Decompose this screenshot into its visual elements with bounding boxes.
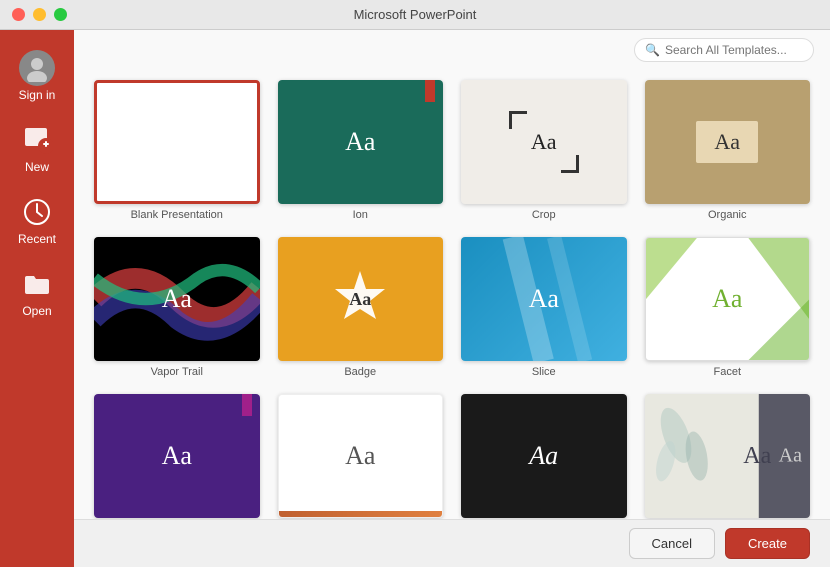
template-item-blank[interactable]: Blank Presentation bbox=[94, 80, 260, 221]
sidebar-item-sign-in[interactable]: Sign in bbox=[0, 40, 74, 112]
top-bar: 🔍 bbox=[74, 30, 830, 70]
template-item-badge[interactable]: Aa Badge bbox=[278, 237, 444, 378]
sidebar-item-recent[interactable]: Recent bbox=[0, 184, 74, 256]
search-input[interactable] bbox=[665, 43, 803, 57]
content-area: 🔍 Blank Presentation Aa Ion bbox=[74, 30, 830, 567]
template-name-organic: Organic bbox=[708, 209, 747, 221]
template-item-boardroom[interactable]: Aa Ion Boardroom bbox=[94, 394, 260, 519]
window-title: Microsoft PowerPoint bbox=[354, 7, 477, 22]
main-layout: Sign in New Recent bbox=[0, 30, 830, 567]
template-thumb-facet: Aa bbox=[645, 237, 811, 361]
template-thumb-vapor: Aa bbox=[94, 237, 260, 361]
template-thumb-badge: Aa bbox=[278, 237, 444, 361]
template-thumb-slice: Aa bbox=[461, 237, 627, 361]
maximize-button[interactable] bbox=[54, 8, 67, 21]
new-icon bbox=[19, 122, 55, 158]
template-name-blank: Blank Presentation bbox=[131, 209, 223, 221]
template-thumb-crop: Aa bbox=[461, 80, 627, 204]
recent-icon bbox=[19, 194, 55, 230]
title-bar: Microsoft PowerPoint bbox=[0, 0, 830, 30]
template-item-headlines[interactable]: Aa Headlines bbox=[461, 394, 627, 519]
template-name-crop: Crop bbox=[532, 209, 556, 221]
template-item-feathered[interactable]: Aa Aa Feathered bbox=[645, 394, 811, 519]
open-icon bbox=[19, 266, 55, 302]
template-thumb-retrospect: Aa bbox=[278, 394, 444, 518]
sidebar-item-new[interactable]: New bbox=[0, 112, 74, 184]
template-item-vapor[interactable]: Aa Vapor Trail bbox=[94, 237, 260, 378]
sidebar-sign-in-label: Sign in bbox=[19, 88, 56, 102]
user-icon bbox=[19, 50, 55, 86]
sidebar-recent-label: Recent bbox=[18, 232, 56, 246]
sidebar-open-label: Open bbox=[22, 304, 51, 318]
close-button[interactable] bbox=[12, 8, 25, 21]
template-thumb-feathered: Aa Aa bbox=[645, 394, 811, 518]
template-item-facet[interactable]: Aa Facet bbox=[645, 237, 811, 378]
template-thumb-blank bbox=[94, 80, 260, 204]
sidebar: Sign in New Recent bbox=[0, 30, 74, 567]
template-name-slice: Slice bbox=[532, 366, 556, 378]
template-grid: Blank Presentation Aa Ion bbox=[74, 70, 830, 519]
sidebar-new-label: New bbox=[25, 160, 49, 174]
template-item-organic[interactable]: Aa Organic bbox=[645, 80, 811, 221]
template-thumb-boardroom: Aa bbox=[94, 394, 260, 518]
template-name-badge: Badge bbox=[344, 366, 376, 378]
template-name-vapor: Vapor Trail bbox=[151, 366, 203, 378]
search-icon: 🔍 bbox=[645, 43, 660, 57]
sidebar-item-open[interactable]: Open bbox=[0, 256, 74, 328]
template-name-facet: Facet bbox=[713, 366, 741, 378]
template-item-slice[interactable]: Aa Slice bbox=[461, 237, 627, 378]
template-item-crop[interactable]: Aa Crop bbox=[461, 80, 627, 221]
bottom-bar: Cancel Create bbox=[74, 519, 830, 567]
minimize-button[interactable] bbox=[33, 8, 46, 21]
template-thumb-headlines: Aa bbox=[461, 394, 627, 518]
template-thumb-ion: Aa bbox=[278, 80, 444, 204]
create-button[interactable]: Create bbox=[725, 528, 810, 559]
template-item-retrospect[interactable]: Aa Retrospect bbox=[278, 394, 444, 519]
search-box[interactable]: 🔍 bbox=[634, 38, 814, 62]
template-item-ion[interactable]: Aa Ion bbox=[278, 80, 444, 221]
cancel-button[interactable]: Cancel bbox=[629, 528, 715, 559]
template-name-ion: Ion bbox=[353, 209, 368, 221]
window-controls[interactable] bbox=[12, 8, 67, 21]
template-thumb-organic: Aa bbox=[645, 80, 811, 204]
